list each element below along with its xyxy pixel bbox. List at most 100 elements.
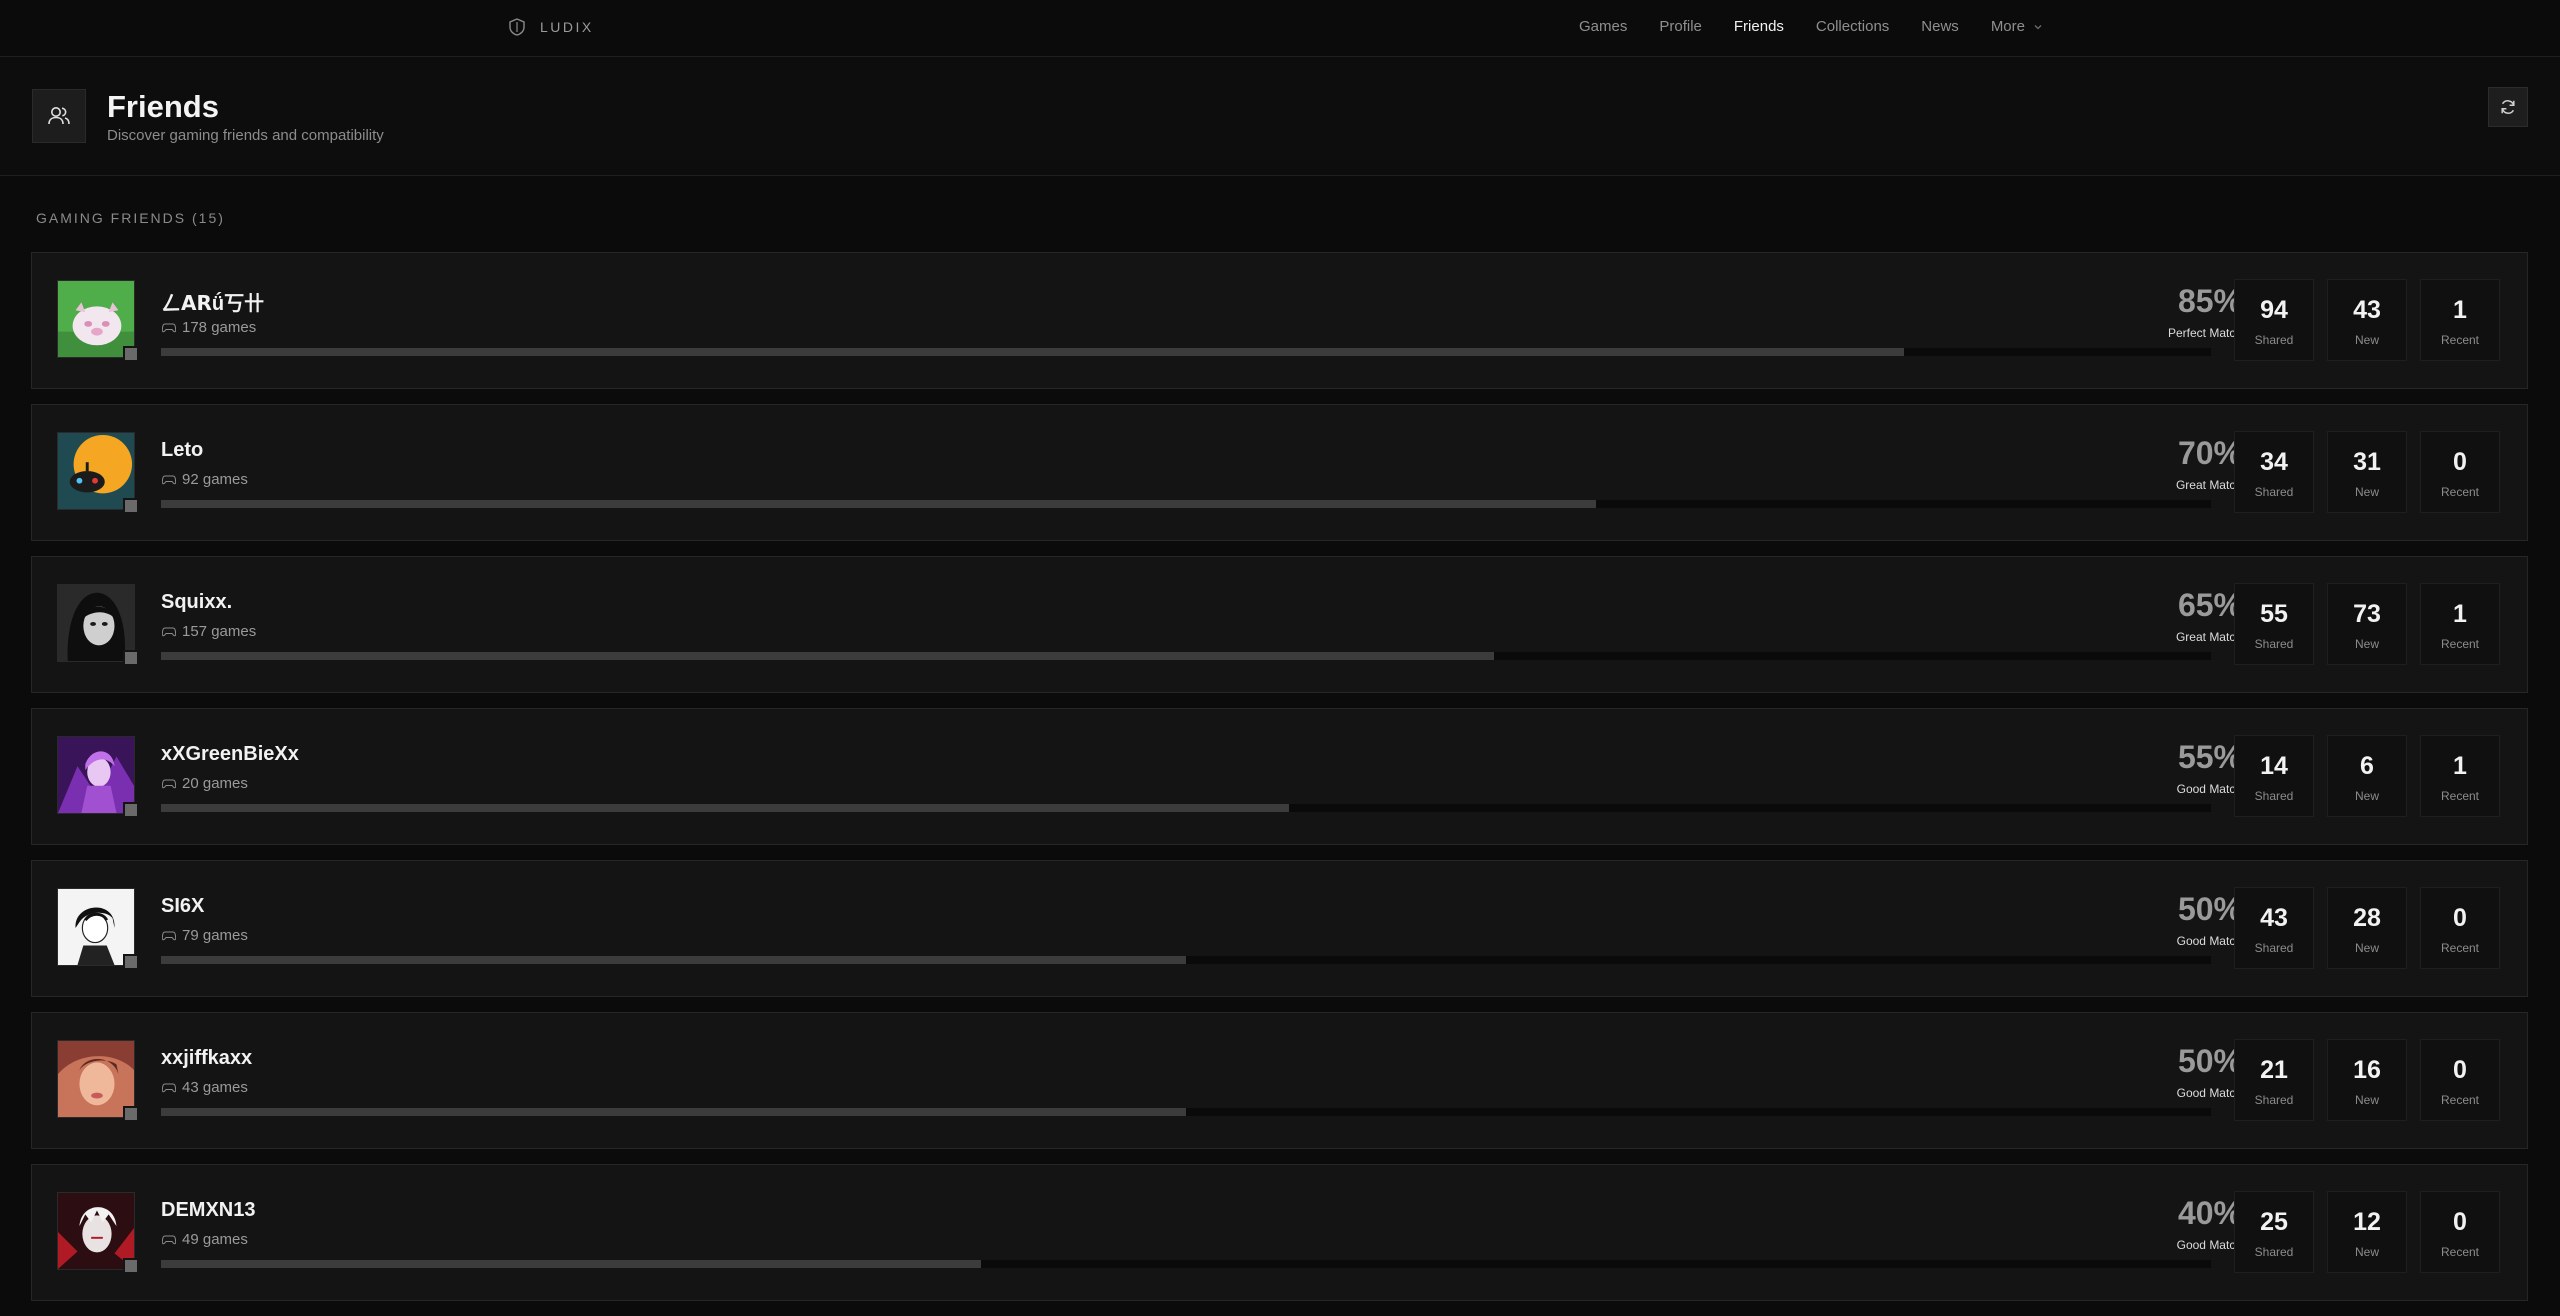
stat-new-value: 12 bbox=[2353, 1208, 2381, 1236]
friend-card[interactable]: xxjiffkaxx 43 games 50% Good Match 21 Sh… bbox=[31, 1012, 2528, 1149]
stat-recent-label: Recent bbox=[2440, 485, 2480, 499]
nav-link-games[interactable]: Games bbox=[1579, 18, 1627, 35]
refresh-button[interactable] bbox=[2488, 87, 2528, 127]
friend-name[interactable]: SI6X bbox=[161, 895, 204, 918]
nav-more-label: More bbox=[1990, 18, 2025, 35]
nav-link-friends[interactable]: Friends bbox=[1734, 18, 1784, 35]
friend-games-count: 20 games bbox=[162, 775, 248, 792]
gamepad-icon bbox=[162, 475, 176, 485]
status-indicator bbox=[123, 802, 139, 818]
refresh-icon bbox=[2501, 100, 2515, 114]
stat-recent-label: Recent bbox=[2440, 637, 2480, 651]
friend-games-count: 178 games bbox=[162, 319, 256, 336]
stat-new-value: 73 bbox=[2353, 600, 2381, 628]
stat-new: 43 New bbox=[2327, 279, 2407, 361]
gamepad-icon bbox=[162, 627, 176, 637]
stat-shared: 55 Shared bbox=[2234, 583, 2314, 665]
friend-card[interactable]: DEMXN13 49 games 40% Good Match 25 Share… bbox=[31, 1164, 2528, 1301]
match-percent: 65% bbox=[2177, 587, 2242, 623]
friend-games-text: 43 games bbox=[182, 1079, 248, 1096]
friend-card[interactable]: Leto 92 games 70% Great Match 34 Shared … bbox=[31, 404, 2528, 541]
compatibility-bar bbox=[161, 1108, 2211, 1116]
stat-recent-value: 0 bbox=[2453, 904, 2467, 932]
friend-name[interactable]: Leto bbox=[161, 439, 203, 462]
friend-card[interactable]: Squixx. 157 games 65% Great Match 55 Sha… bbox=[31, 556, 2528, 693]
compatibility-bar bbox=[161, 652, 2211, 660]
friend-card[interactable]: xXGreenBieXx 20 games 55% Good Match 14 … bbox=[31, 708, 2528, 845]
compatibility-bar-fill bbox=[161, 804, 1289, 812]
stat-new-label: New bbox=[2354, 789, 2379, 803]
match-label: Great Match bbox=[2175, 630, 2242, 644]
stat-recent: 0 Recent bbox=[2420, 1191, 2500, 1273]
status-indicator bbox=[123, 1106, 139, 1122]
compatibility-bar-fill bbox=[161, 1108, 1186, 1116]
chevron-down-icon bbox=[2034, 24, 2042, 29]
friend-name[interactable]: xxjiffkaxx bbox=[161, 1047, 252, 1070]
compatibility-bar-fill bbox=[161, 1260, 981, 1268]
gamepad-icon bbox=[162, 779, 176, 789]
friend-games-text: 49 games bbox=[182, 1231, 248, 1248]
friend-games-text: 157 games bbox=[182, 623, 257, 640]
status-indicator bbox=[123, 498, 139, 514]
friend-games-count: 43 games bbox=[162, 1079, 248, 1096]
gamepad-icon bbox=[162, 1083, 176, 1093]
gamepad-icon bbox=[162, 1235, 176, 1245]
friend-games-text: 92 games bbox=[182, 471, 248, 488]
stat-shared: 94 Shared bbox=[2234, 279, 2314, 361]
stat-new-label: New bbox=[2354, 637, 2379, 651]
stat-new-label: New bbox=[2354, 1093, 2379, 1107]
stat-recent: 1 Recent bbox=[2420, 279, 2500, 361]
match-percent: 50% bbox=[2177, 1043, 2242, 1079]
friend-card[interactable]: SI6X 79 games 50% Good Match 43 Shared 2… bbox=[31, 860, 2528, 997]
match-label: Great Match bbox=[2175, 478, 2242, 492]
status-indicator bbox=[123, 650, 139, 666]
friend-name[interactable]: Squixx. bbox=[161, 591, 232, 614]
nav-link-profile[interactable]: Profile bbox=[1659, 18, 1702, 35]
page-title: Friends bbox=[107, 89, 219, 124]
stat-new: 73 New bbox=[2327, 583, 2407, 665]
stat-shared-label: Shared bbox=[2254, 1093, 2294, 1107]
friend-games-count: 157 games bbox=[162, 623, 256, 640]
stat-new-label: New bbox=[2354, 1245, 2379, 1259]
nav-link-collections[interactable]: Collections bbox=[1816, 18, 1889, 35]
stat-shared: 25 Shared bbox=[2234, 1191, 2314, 1273]
stat-shared-value: 14 bbox=[2260, 752, 2288, 780]
stat-shared-value: 55 bbox=[2260, 600, 2288, 628]
brand-logo-icon bbox=[509, 18, 525, 36]
stat-shared-value: 25 bbox=[2260, 1208, 2288, 1236]
compatibility-bar bbox=[161, 500, 2211, 508]
compatibility-bar bbox=[161, 1260, 2211, 1268]
friend-games-count: 49 games bbox=[162, 1231, 248, 1248]
friend-games-count: 79 games bbox=[162, 927, 248, 944]
match-percent: 70% bbox=[2177, 435, 2242, 471]
stat-recent: 1 Recent bbox=[2420, 735, 2500, 817]
friend-name[interactable]: ㄥ𝗔𝗥ǘ丂卄 bbox=[161, 287, 264, 316]
stat-new-value: 43 bbox=[2353, 296, 2381, 324]
stat-new: 16 New bbox=[2327, 1039, 2407, 1121]
match-percent: 85% bbox=[2177, 283, 2242, 319]
compatibility-bar-fill bbox=[161, 348, 1904, 356]
compatibility-bar bbox=[161, 956, 2211, 964]
stat-recent: 0 Recent bbox=[2420, 887, 2500, 969]
friends-header-icon bbox=[32, 89, 86, 143]
stat-new-label: New bbox=[2354, 941, 2379, 955]
stat-shared-value: 43 bbox=[2260, 904, 2288, 932]
brand[interactable]: LUDIX bbox=[508, 18, 594, 36]
stat-shared-label: Shared bbox=[2254, 333, 2294, 347]
stat-shared-label: Shared bbox=[2254, 1245, 2294, 1259]
gamepad-icon bbox=[162, 323, 176, 333]
friend-name[interactable]: xXGreenBieXx bbox=[161, 743, 299, 766]
nav-link-news[interactable]: News bbox=[1921, 18, 1959, 35]
friend-card[interactable]: ㄥ𝗔𝗥ǘ丂卄 178 games 85% Perfect Match 94 Sh… bbox=[31, 252, 2528, 389]
friend-games-text: 79 games bbox=[182, 927, 248, 944]
stat-shared-value: 21 bbox=[2260, 1056, 2288, 1084]
friend-name[interactable]: DEMXN13 bbox=[161, 1199, 255, 1222]
stat-shared: 34 Shared bbox=[2234, 431, 2314, 513]
stat-shared: 43 Shared bbox=[2234, 887, 2314, 969]
stat-recent-label: Recent bbox=[2440, 1245, 2480, 1259]
compatibility-bar-fill bbox=[161, 652, 1494, 660]
stat-recent-label: Recent bbox=[2440, 941, 2480, 955]
stat-shared-value: 34 bbox=[2260, 448, 2288, 476]
nav-more-menu[interactable]: More bbox=[1991, 18, 2043, 35]
stat-shared-label: Shared bbox=[2254, 941, 2294, 955]
